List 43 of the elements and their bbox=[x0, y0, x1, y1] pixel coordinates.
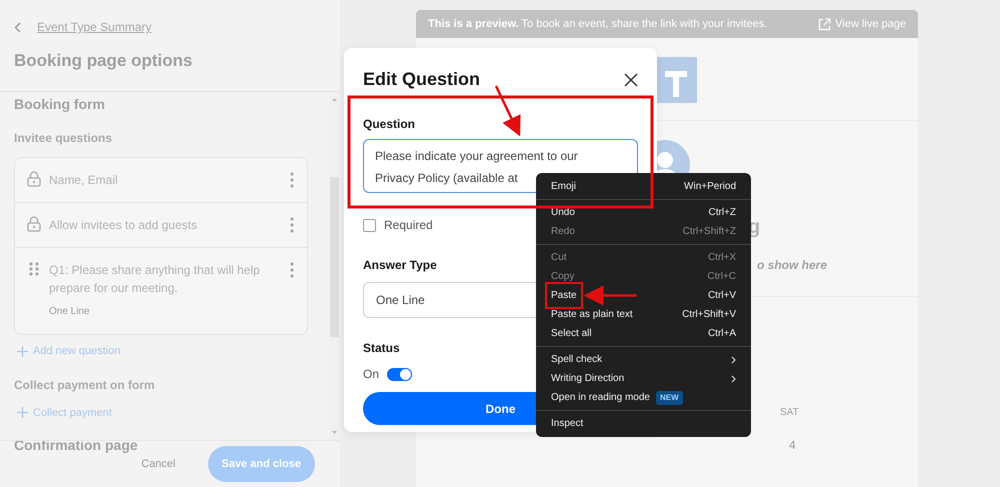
question-text: Q1: Please share anything that will help prepare for our meeting. bbox=[49, 262, 261, 297]
new-badge: NEW bbox=[656, 390, 683, 404]
answer-type-heading: Answer Type bbox=[363, 257, 437, 274]
section-title: Booking form bbox=[14, 95, 106, 114]
menu-item[interactable]: Writing Direction bbox=[536, 369, 751, 388]
close-icon[interactable] bbox=[624, 72, 638, 86]
menu-item[interactable]: Select all Ctrl+A bbox=[536, 324, 751, 343]
status-label: On bbox=[363, 366, 380, 383]
weekday-label: SAT bbox=[780, 406, 799, 420]
kebab-menu-icon[interactable] bbox=[289, 261, 295, 279]
subsection-title: Invitee questions bbox=[14, 130, 114, 147]
question-text: Name, Email bbox=[49, 172, 119, 189]
calendar-day: 4 bbox=[789, 436, 796, 454]
required-label: Required bbox=[384, 217, 433, 234]
lock-icon bbox=[27, 171, 41, 187]
annotation-arrow bbox=[494, 85, 521, 136]
chevron-right-icon bbox=[731, 374, 736, 382]
drag-handle-icon[interactable] bbox=[27, 261, 41, 277]
plus-icon bbox=[17, 407, 28, 418]
annotation-arrow bbox=[584, 286, 637, 306]
external-link-icon[interactable] bbox=[818, 18, 832, 30]
payment-heading: Collect payment on form bbox=[14, 376, 156, 394]
chevron-right-icon bbox=[731, 356, 736, 364]
event-description: o show here bbox=[757, 257, 828, 274]
answer-type-label: One Line bbox=[49, 305, 91, 319]
section-title: Confirmation page bbox=[14, 436, 139, 455]
status-heading: Status bbox=[363, 340, 400, 357]
dialog-title: Edit Question bbox=[363, 68, 480, 91]
kebab-menu-icon[interactable] bbox=[289, 216, 295, 234]
required-checkbox[interactable] bbox=[363, 218, 376, 232]
menu-item[interactable]: Undo Ctrl+Z bbox=[536, 203, 751, 222]
status-toggle[interactable] bbox=[387, 368, 412, 380]
question-label: Question bbox=[363, 116, 416, 133]
kebab-menu-icon[interactable] bbox=[289, 171, 295, 189]
cancel-button[interactable]: Cancel bbox=[129, 456, 188, 472]
back-chevron-icon[interactable] bbox=[14, 22, 21, 32]
preview-notice: This is a preview. To book an event, share the link with your invitees. bbox=[428, 16, 768, 32]
menu-item[interactable]: Spell check bbox=[536, 350, 751, 369]
plus-icon bbox=[17, 346, 28, 357]
question-text: Allow invitees to add guests bbox=[49, 217, 198, 234]
page-title: Booking page options bbox=[14, 50, 194, 72]
lock-icon bbox=[27, 216, 41, 232]
question-row[interactable]: Q1: Please share anything that will help prepare for our meeting. One Line bbox=[15, 248, 307, 334]
